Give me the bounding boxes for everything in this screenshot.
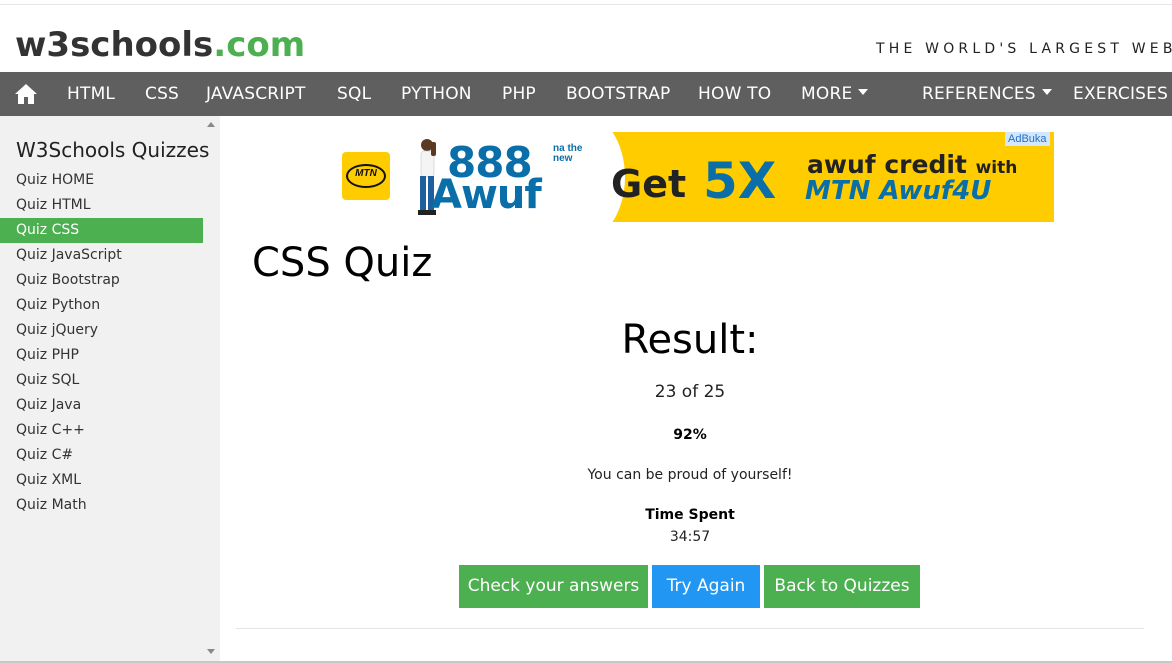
sidebar-item-quiz-xml[interactable]: Quiz XML [0,468,203,493]
sidebar-item-quiz-cpp[interactable]: Quiz C++ [0,418,203,443]
caret-down-icon [1041,89,1052,95]
quiz-sidebar: W3Schools Quizzes Quiz HOME Quiz HTML Qu… [0,116,220,663]
sidebar-item-quiz-bootstrap[interactable]: Quiz Bootstrap [0,268,203,293]
sidebar-item-quiz-css[interactable]: Quiz CSS [0,218,203,243]
site-header: w3schools.com THE WORLD'S LARGEST WEB D [0,5,1172,71]
ad-na-the-new-text: na the new [553,144,582,164]
sidebar-item-quiz-math[interactable]: Quiz Math [0,493,203,518]
page-title: CSS Quiz [252,240,433,286]
sidebar-item-quiz-javascript[interactable]: Quiz JavaScript [0,243,203,268]
nav-how-to[interactable]: HOW TO [698,72,771,116]
time-spent-value: 34:57 [669,529,711,545]
content-divider [236,628,1144,629]
ad-new: new [553,153,573,164]
back-to-quizzes-button[interactable]: Back to Quizzes [764,565,920,608]
check-answers-button[interactable]: Check your answers [459,565,648,608]
ad-5x-text: 5X [703,152,777,210]
ad-awuf-text: Awuf [431,172,542,218]
sidebar-item-quiz-html[interactable]: Quiz HTML [0,193,203,218]
nav-css[interactable]: CSS [145,72,179,116]
scroll-down-arrow-icon[interactable] [207,649,215,654]
nav-php[interactable]: PHP [502,72,536,116]
nav-exercises[interactable]: EXERCISES [1073,72,1172,116]
nav-more-label: MORE [801,84,853,104]
ad-brand-line: MTN Awuf4U [805,176,992,206]
sidebar-item-quiz-jquery[interactable]: Quiz jQuery [0,318,203,343]
logo-suffix: .com [213,25,306,65]
score-percent: 92% [673,427,707,443]
mtn-logo-text: MTN [355,168,377,179]
sidebar-item-quiz-php[interactable]: Quiz PHP [0,343,203,368]
result-heading: Result: [621,317,759,363]
time-spent-label: Time Spent [645,507,735,523]
nav-bootstrap[interactable]: BOOTSTRAP [566,72,671,116]
nav-more[interactable]: MORE [801,72,869,116]
sidebar-title: W3Schools Quizzes [16,138,210,162]
site-logo[interactable]: w3schools.com [15,25,305,65]
home-icon[interactable] [14,83,38,105]
ad-with-label: with [975,158,1018,178]
sidebar-item-quiz-home[interactable]: Quiz HOME [0,168,203,193]
sidebar-item-quiz-csharp[interactable]: Quiz C# [0,443,203,468]
scroll-up-arrow-icon[interactable] [207,122,215,127]
nav-references[interactable]: REFERENCES [922,72,1052,116]
ad-get-text: Get [611,162,687,206]
site-tagline: THE WORLD'S LARGEST WEB D [876,41,1172,57]
try-again-button[interactable]: Try Again [652,565,760,608]
ad-credit-text: awuf credit with [807,150,1017,179]
nav-references-label: REFERENCES [922,84,1036,104]
sidebar-list: Quiz HOME Quiz HTML Quiz CSS Quiz JavaSc… [0,168,203,518]
logo-main: w3schools [15,25,214,65]
sidebar-item-quiz-sql[interactable]: Quiz SQL [0,368,203,393]
caret-down-icon [858,89,869,95]
ad-banner[interactable]: MTN 888 na the new Awuf Get 5X awuf credi… [335,132,1054,222]
nav-python[interactable]: PYTHON [401,72,472,116]
mtn-logo: MTN [342,152,390,200]
nav-exercises-label: EXERCISES [1073,84,1169,104]
nav-javascript[interactable]: JAVASCRIPT [206,72,306,116]
adbuka-badge[interactable]: AdBuka [1005,132,1050,146]
score-text: 23 of 25 [654,382,726,402]
ad-credit-label: awuf credit [807,150,967,179]
sidebar-item-quiz-java[interactable]: Quiz Java [0,393,203,418]
top-navbar: HTML CSS JAVASCRIPT SQL PYTHON PHP BOOTS… [0,72,1172,116]
nav-sql[interactable]: SQL [337,72,371,116]
sidebar-item-quiz-python[interactable]: Quiz Python [0,293,203,318]
nav-html[interactable]: HTML [67,72,115,116]
result-message: You can be proud of yourself! [587,467,793,483]
